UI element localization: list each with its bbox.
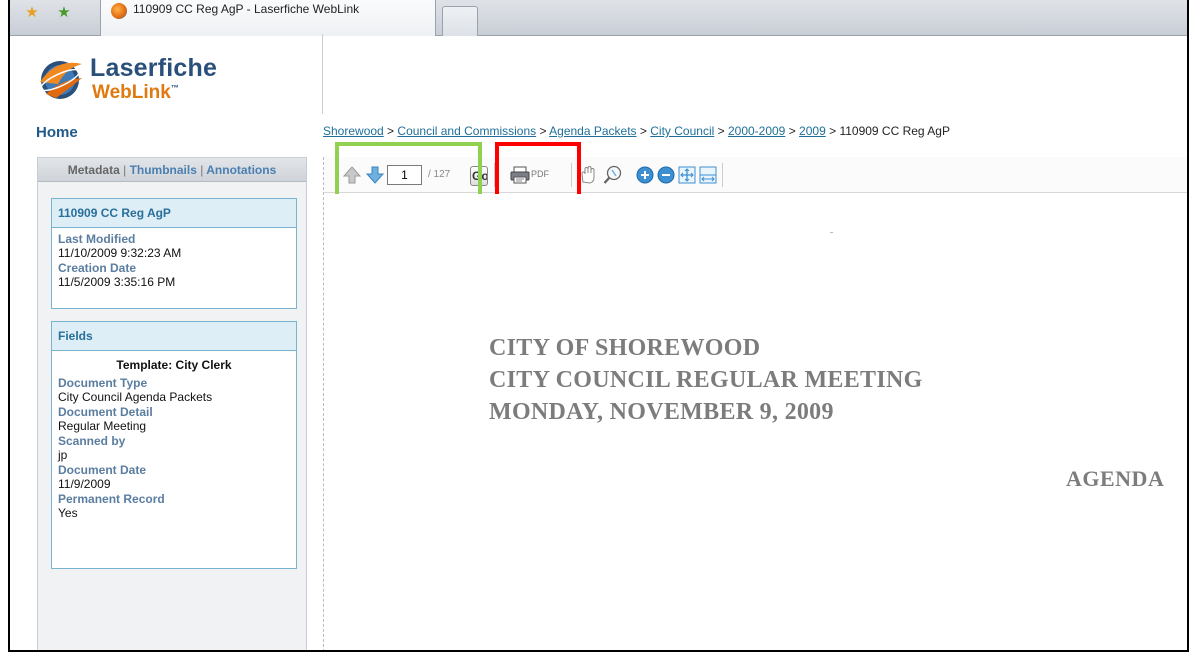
fit-width-icon[interactable] (697, 164, 719, 186)
header-divider (322, 34, 323, 114)
pan-hand-icon[interactable] (576, 164, 598, 186)
metadata-panel: Metadata | Thumbnails | Annotations 1109… (37, 157, 307, 650)
breadcrumb: Shorewood > Council and Commissions > Ag… (323, 124, 950, 138)
document-agenda-heading: AGENDA (1066, 466, 1165, 491)
breadcrumb-link-2000-2009[interactable]: 2000-2009 (728, 124, 785, 138)
document-heading-line-2: CITY COUNCIL REGULAR MEETING (489, 367, 923, 393)
zoom-region-icon[interactable] (602, 164, 624, 186)
previous-page-icon[interactable] (341, 164, 363, 186)
field-value: jp (58, 448, 68, 462)
breadcrumb-link-shorewood[interactable]: Shorewood (323, 124, 384, 138)
breadcrumb-separator: > (636, 124, 651, 138)
tab-annotations[interactable]: Annotations (206, 163, 276, 177)
new-tab-button[interactable] (442, 6, 478, 36)
toolbar-divider (571, 163, 572, 187)
field-label: Document Date (58, 463, 147, 477)
zoom-out-icon[interactable] (655, 164, 677, 186)
document-title: 110909 CC Reg AgP (52, 199, 296, 228)
breadcrumb-separator: > (785, 124, 800, 138)
field-label: Permanent Record (58, 492, 165, 506)
breadcrumb-current: 110909 CC Reg AgP (839, 124, 950, 138)
pdf-button[interactable]: PDF (531, 169, 549, 179)
breadcrumb-link-city-council[interactable]: City Council (650, 124, 714, 138)
page-total: / 127 (428, 169, 451, 180)
field-value: Regular Meeting (58, 419, 147, 433)
next-page-icon[interactable] (364, 164, 386, 186)
add-favorite-icon[interactable]: ★ (56, 5, 72, 21)
field-label: Document Detail (58, 405, 153, 419)
document-metadata-box: 110909 CC Reg AgP Last Modified 11/10/20… (51, 198, 297, 309)
field-label: Document Type (58, 376, 148, 390)
browser-tab-title: 110909 CC Reg AgP - Laserfiche WebLink (133, 2, 360, 16)
page-number-input[interactable] (387, 165, 422, 185)
toolbar-divider (494, 163, 495, 187)
breadcrumb-separator: > (383, 124, 398, 138)
laserfiche-weblink-logo[interactable]: Laserfiche WebLink™ (36, 50, 236, 106)
app-window: ★ ★ 110909 CC Reg AgP - Laserfiche WebLi… (8, 0, 1189, 652)
panel-tab-separator: | (123, 163, 127, 177)
favorites-star-icon[interactable]: ★ (24, 5, 40, 21)
logo-trademark: ™ (170, 83, 179, 93)
panel-tab-separator: | (200, 163, 204, 177)
fields-box: Fields Template: City Clerk Document Typ… (51, 321, 297, 569)
document-page: CITY OF SHOREWOOD CITY COUNCIL REGULAR M… (324, 194, 1187, 650)
tab-thumbnails[interactable]: Thumbnails (130, 163, 197, 177)
scan-speck (830, 232, 833, 233)
tab-metadata[interactable]: Metadata (68, 163, 120, 177)
fit-page-icon[interactable] (676, 164, 698, 186)
document-viewer: / 127 Go PDF (323, 142, 1187, 650)
fields-title: Fields (52, 322, 296, 351)
zoom-in-icon[interactable] (634, 164, 656, 186)
document-heading-line-3: MONDAY, NOVEMBER 9, 2009 (489, 399, 834, 425)
laserfiche-favicon-icon (111, 3, 127, 19)
logo-product-text: WebLink™ (92, 82, 179, 104)
logo-product-name: WebLink (92, 82, 171, 103)
field-value: City Council Agenda Packets (58, 390, 213, 404)
laserfiche-logo-icon (40, 61, 82, 99)
browser-tab-strip: ★ ★ 110909 CC Reg AgP - Laserfiche WebLi… (10, 0, 1187, 36)
field-label: Scanned by (58, 434, 126, 448)
template-name: Template: City Clerk (116, 358, 232, 372)
breadcrumb-link-council-and-commissions[interactable]: Council and Commissions (397, 124, 536, 138)
logo-brand-text: Laserfiche (90, 54, 218, 82)
last-modified-label: Last Modified (58, 232, 136, 246)
breadcrumb-link-2009[interactable]: 2009 (799, 124, 826, 138)
breadcrumb-link-agenda-packets[interactable]: Agenda Packets (549, 124, 636, 138)
last-modified-value: 11/10/2009 9:32:23 AM (58, 246, 182, 260)
toolbar-divider (722, 163, 723, 187)
browser-tab-active[interactable]: 110909 CC Reg AgP - Laserfiche WebLink (100, 0, 436, 36)
breadcrumb-separator: > (536, 124, 550, 138)
home-link[interactable]: Home (36, 124, 78, 141)
viewer-toolbar: / 127 Go PDF (324, 142, 1187, 198)
breadcrumb-separator: > (825, 124, 840, 138)
field-value: 11/9/2009 (58, 477, 111, 491)
panel-tabs: Metadata | Thumbnails | Annotations (38, 158, 306, 182)
document-heading-line-1: CITY OF SHOREWOOD (489, 335, 761, 361)
field-value: Yes (58, 506, 78, 520)
print-icon[interactable] (509, 164, 531, 186)
go-button[interactable]: Go (470, 166, 488, 186)
breadcrumb-separator: > (714, 124, 728, 138)
creation-date-label: Creation Date (58, 261, 137, 275)
creation-date-value: 11/5/2009 3:35:16 PM (58, 275, 176, 289)
